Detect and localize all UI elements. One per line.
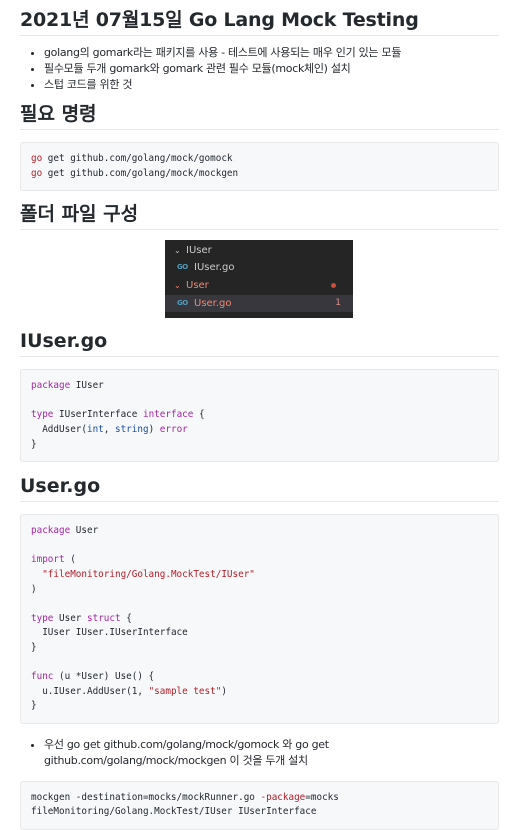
code-block-user: package User import ( "fileMonitoring/Go… xyxy=(20,514,499,724)
intro-list: golang의 gomark라는 패키지를 사용 - 테스트에 사용되는 매우 … xyxy=(20,45,499,93)
code-keyword: package xyxy=(31,380,71,392)
code-text: ) xyxy=(31,583,37,595)
code-block-commands: go get github.com/golang/mock/gomock go … xyxy=(20,142,499,192)
code-string: "sample test" xyxy=(148,685,222,697)
code-text: ) xyxy=(221,685,227,697)
code-text: AddUser( xyxy=(42,423,87,435)
outro-list: 우선 go get github.com/golang/mock/gomock … xyxy=(20,737,499,769)
code-block-iuser: package IUser type IUserInterface interf… xyxy=(20,369,499,463)
code-type: string xyxy=(114,423,149,435)
section-heading-folder: 폴더 파일 구성 xyxy=(20,202,499,231)
code-text: fileMonitoring/Golang.MockTest/IUser IUs… xyxy=(31,806,317,818)
code-text: u.IUser.AddUser(1, xyxy=(42,685,149,697)
section-heading-user: User.go xyxy=(20,474,499,503)
chevron-down-icon: ⌄ xyxy=(174,246,181,256)
code-text: IUser IUser.IUserInterface xyxy=(42,627,188,639)
code-type: error xyxy=(159,423,188,435)
list-item: 우선 go get github.com/golang/mock/gomock … xyxy=(44,737,499,769)
code-text: (u *User) Use() { xyxy=(59,671,155,683)
code-text: IUserInterface xyxy=(59,409,138,421)
code-type: int xyxy=(86,423,104,435)
code-text: ) xyxy=(148,423,160,435)
code-keyword: type xyxy=(31,409,54,421)
code-text: ( xyxy=(70,554,76,566)
error-dot-icon xyxy=(331,283,336,289)
go-file-icon: GO xyxy=(177,263,188,272)
go-file-icon: GO xyxy=(177,299,188,308)
code-line: go get github.com/golang/mock/mockgen xyxy=(31,168,238,179)
folder-label: IUser xyxy=(186,245,212,257)
code-text: User xyxy=(75,525,99,537)
code-keyword: type xyxy=(31,612,54,624)
explorer-wrap: ⌄ IUser GO IUser.go ⌄ User GO User.go 1 xyxy=(20,240,499,319)
file-label: IUser.go xyxy=(194,262,235,274)
code-keyword: go xyxy=(31,167,43,179)
folder-row-user[interactable]: ⌄ User xyxy=(165,277,353,294)
code-block-mockgen: mockgen -destination=mocks/mockRunner.go… xyxy=(20,780,499,830)
code-text: User xyxy=(59,612,82,624)
folder-row-iuser[interactable]: ⌄ IUser xyxy=(165,242,353,259)
section-heading-iuser: IUser.go xyxy=(20,329,499,358)
code-text: } xyxy=(31,641,37,653)
code-text: mockgen -destination=mocks/mockRunner.go xyxy=(31,791,261,803)
document: 2021년 07월15일 Go Lang Mock Testing golang… xyxy=(20,8,499,830)
section-heading-commands: 필요 명령 xyxy=(20,102,499,130)
code-text: =mocks xyxy=(305,791,339,803)
code-keyword: package xyxy=(31,525,71,537)
code-keyword: func xyxy=(31,671,54,683)
folder-label: User xyxy=(186,280,209,292)
code-text: get github.com/golang/mock/mockgen xyxy=(42,167,239,179)
code-keyword: import xyxy=(31,554,65,566)
problem-count-badge: 1 xyxy=(335,298,341,309)
code-flag: -package xyxy=(260,791,306,803)
code-string: "fileMonitoring/Golang.MockTest/IUser" xyxy=(42,568,255,580)
file-explorer: ⌄ IUser GO IUser.go ⌄ User GO User.go 1 xyxy=(165,240,353,319)
chevron-down-icon: ⌄ xyxy=(174,281,181,291)
code-keyword: go xyxy=(31,153,43,164)
file-row-iuser-go[interactable]: GO IUser.go xyxy=(165,259,353,276)
code-text: } xyxy=(31,438,37,450)
code-keyword: interface xyxy=(142,409,194,421)
code-text: , xyxy=(103,423,115,435)
page-title: 2021년 07월15일 Go Lang Mock Testing xyxy=(20,8,499,36)
list-item: golang의 gomark라는 패키지를 사용 - 테스트에 사용되는 매우 … xyxy=(44,45,499,61)
code-text: IUser xyxy=(75,380,104,392)
code-text: { xyxy=(198,409,205,421)
code-keyword: struct xyxy=(87,612,121,624)
file-row-user-go[interactable]: GO User.go 1 xyxy=(165,295,353,313)
list-item: 필수모듈 두개 gomark와 gomark 관련 필수 모듈(mock체인) … xyxy=(44,61,499,77)
code-text: get github.com/golang/mock/gomock xyxy=(42,153,233,164)
file-label: User.go xyxy=(194,298,232,310)
list-item: 스텁 코드를 위한 것 xyxy=(44,77,499,93)
code-line: go get github.com/golang/mock/gomock xyxy=(31,153,233,164)
code-text: } xyxy=(31,700,37,712)
code-text: { xyxy=(126,612,132,624)
